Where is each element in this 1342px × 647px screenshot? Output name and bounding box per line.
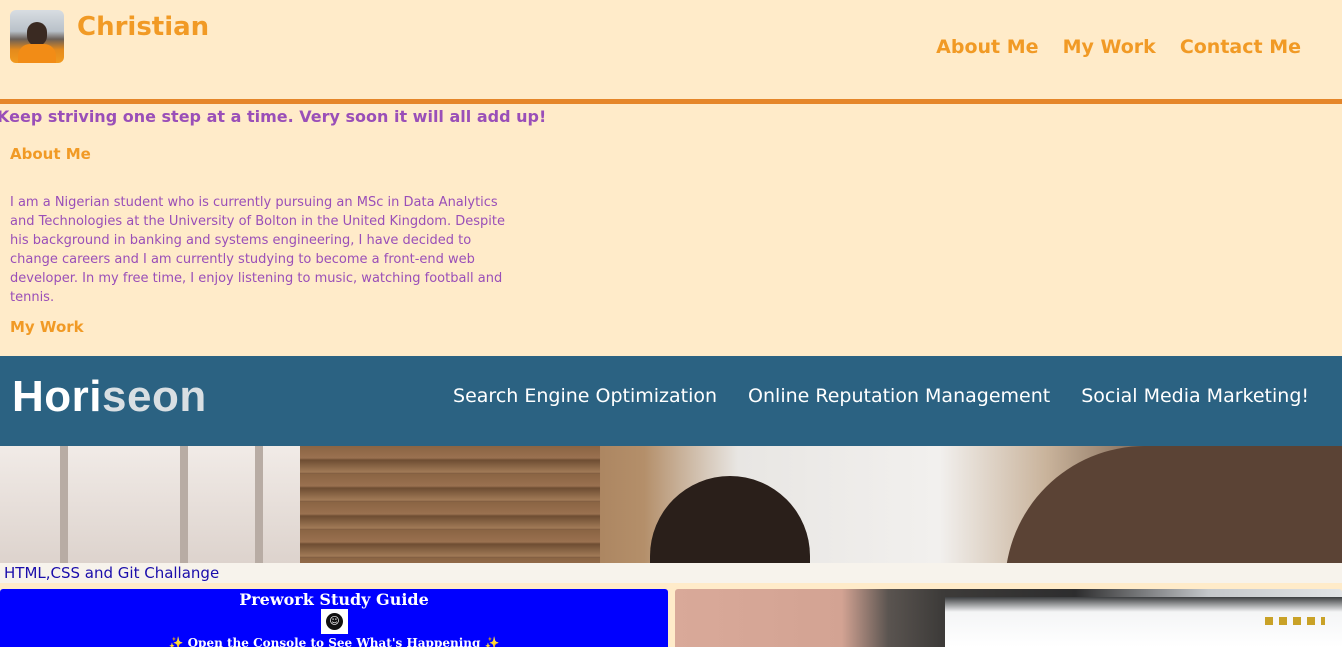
work-heading: My Work: [10, 318, 84, 336]
horiseon-logo-part1: Hori: [12, 372, 102, 421]
hero-person-head: [1005, 446, 1342, 563]
about-heading: About Me: [10, 145, 91, 163]
project-link-html-css-git[interactable]: HTML,CSS and Git Challange: [4, 564, 219, 582]
profile-avatar: [10, 10, 64, 63]
horiseon-logo: Horiseon: [12, 372, 207, 422]
prework-title: Prework Study Guide: [239, 590, 429, 609]
prework-study-guide-card[interactable]: Prework Study Guide ☺ ✨ Open the Console…: [0, 589, 668, 647]
cat-icon: ☺: [321, 609, 348, 634]
hero-person-head: [650, 476, 810, 563]
horiseon-project-banner[interactable]: Horiseon Search Engine Optimization Onli…: [0, 356, 1342, 446]
horiseon-nav-seo[interactable]: Search Engine Optimization: [453, 385, 717, 407]
horiseon-hero-image: [0, 446, 1342, 563]
tagline: Keep striving one step at a time. Very s…: [0, 107, 547, 126]
project-link-bar: HTML,CSS and Git Challange: [0, 563, 1342, 583]
horiseon-nav-social[interactable]: Social Media Marketing!: [1081, 385, 1309, 407]
main-nav: About Me My Work Contact Me: [936, 36, 1301, 58]
horiseon-logo-part2: seon: [102, 372, 207, 421]
hero-wood-wall: [300, 446, 600, 563]
hero-window-bar: [255, 446, 263, 563]
nav-about-me[interactable]: About Me: [936, 36, 1038, 58]
header-divider: [0, 99, 1342, 104]
nav-my-work[interactable]: My Work: [1063, 36, 1156, 58]
about-text: I am a Nigerian student who is currently…: [10, 195, 505, 305]
avatar-shirt-shape: [18, 44, 56, 63]
nav-contact-me[interactable]: Contact Me: [1180, 36, 1301, 58]
hero-window-shape: [0, 446, 300, 563]
laptop-screen-image: [945, 597, 1342, 647]
site-name: Christian: [77, 12, 210, 42]
horiseon-nav: Search Engine Optimization Online Reputa…: [453, 385, 1309, 407]
project-screenshot-card[interactable]: [675, 589, 1342, 647]
hero-window-bar: [180, 446, 188, 563]
avatar-head-shape: [27, 22, 47, 46]
horiseon-nav-reputation[interactable]: Online Reputation Management: [748, 385, 1050, 407]
site-header: Christian About Me My Work Contact Me: [0, 0, 1342, 99]
prework-subtitle: ✨ Open the Console to See What's Happeni…: [168, 636, 500, 647]
hero-window-bar: [60, 446, 68, 563]
screen-toolbar-shape: [1265, 617, 1325, 625]
